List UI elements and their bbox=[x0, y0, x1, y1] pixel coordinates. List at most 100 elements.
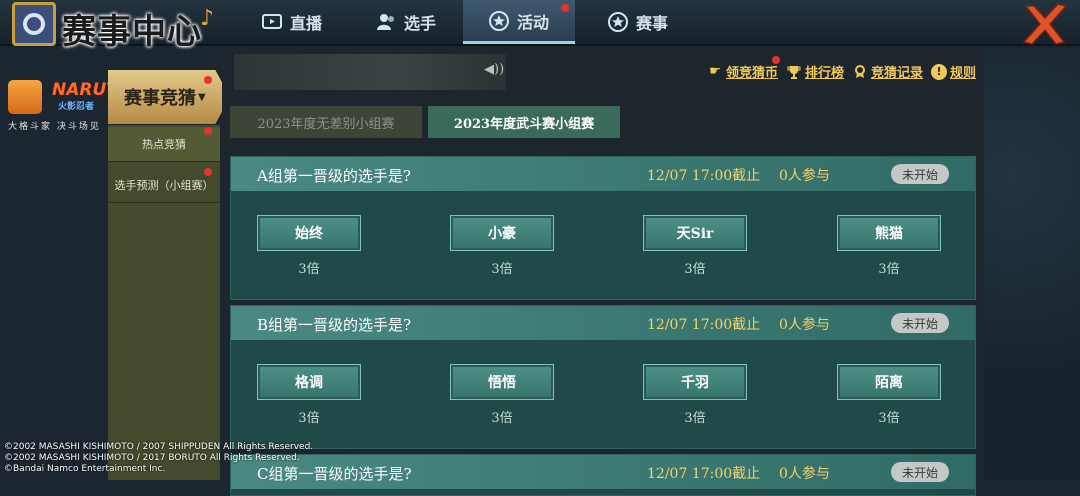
close-button[interactable] bbox=[1020, 2, 1070, 46]
announcement-banner bbox=[234, 54, 506, 90]
option: 熊猫 3倍 bbox=[837, 215, 941, 277]
status-badge: 未开始 bbox=[891, 313, 949, 333]
deadline-text: 12/07 17:00截止 bbox=[647, 317, 761, 333]
option-odds: 3倍 bbox=[298, 411, 320, 426]
question-card: B组第一晋级的选手是? 12/07 17:00截止 0人参与 未开始 格调 3倍… bbox=[230, 305, 976, 449]
game-avatar-icon bbox=[8, 80, 42, 114]
sidebar-title-banner[interactable]: 赛事竞猜 ▼ bbox=[108, 70, 230, 124]
question-card: A组第一晋级的选手是? 12/07 17:00截止 0人参与 未开始 始终 3倍… bbox=[230, 156, 976, 300]
link-label: 竞猜记录 bbox=[870, 66, 923, 81]
option: 千羽 3倍 bbox=[643, 364, 747, 426]
konoha-emblem-icon bbox=[12, 2, 56, 46]
toolbar-links: ☛ 领竞猜币 排行榜 竞猜记录 ! 规则 bbox=[707, 56, 976, 81]
sidebar-item-label: 热点竞猜 bbox=[142, 138, 186, 151]
page-title: 赛事中心 bbox=[62, 12, 202, 52]
option-odds: 3倍 bbox=[298, 262, 320, 277]
tab-events[interactable]: 活动 bbox=[463, 0, 575, 44]
participant-count: 0人参与 bbox=[779, 466, 830, 482]
deadline-text: 12/07 17:00截止 bbox=[647, 168, 761, 184]
music-note-icon: ♪ bbox=[200, 6, 215, 31]
tab-label: 选手 bbox=[403, 14, 436, 33]
tab-label: 直播 bbox=[289, 14, 322, 33]
season-tabs: 2023年度无差别小组赛 2023年度武斗赛小组赛 bbox=[230, 106, 620, 138]
medal-icon bbox=[852, 64, 868, 80]
sidebar: 热点竞猜 选手预测（小组赛） bbox=[108, 125, 220, 480]
option-button[interactable]: 千羽 bbox=[643, 364, 747, 400]
background-pattern bbox=[984, 48, 1080, 480]
tab-players[interactable]: 选手 bbox=[350, 0, 462, 44]
sidebar-title: 赛事竞猜 bbox=[124, 88, 196, 109]
notification-dot bbox=[204, 76, 212, 84]
question-header: A组第一晋级的选手是? 12/07 17:00截止 0人参与 未开始 bbox=[231, 157, 975, 191]
question-text: A组第一晋级的选手是? bbox=[257, 167, 411, 185]
brand-slogan: 大格斗家 决斗场见 bbox=[8, 122, 101, 132]
question-text: B组第一晋级的选手是? bbox=[257, 316, 412, 334]
option-odds: 3倍 bbox=[684, 411, 706, 426]
sidebar-item-predictions[interactable]: 选手预测（小组赛） bbox=[108, 168, 220, 203]
tv-icon bbox=[261, 12, 282, 32]
sidebar-item-hot[interactable]: 热点竞猜 bbox=[108, 127, 220, 162]
notification-dot bbox=[204, 127, 212, 135]
brand-subtitle: 火影忍者 bbox=[58, 102, 95, 112]
option-odds: 3倍 bbox=[491, 262, 513, 277]
top-nav-bar: 赛事中心 ♪ 直播 选手 活动 赛事 bbox=[0, 0, 1080, 52]
notification-dot bbox=[204, 168, 212, 176]
question-header: B组第一晋级的选手是? 12/07 17:00截止 0人参与 未开始 bbox=[231, 306, 975, 340]
star-icon bbox=[607, 12, 628, 32]
app-logo: 赛事中心 ♪ bbox=[0, 0, 225, 52]
hand-icon: ☛ bbox=[709, 64, 721, 79]
deadline-text: 12/07 17:00截止 bbox=[647, 466, 761, 482]
star-icon bbox=[488, 10, 509, 31]
options-row: 始终 3倍 小豪 3倍 天Sir 3倍 熊猫 3倍 bbox=[231, 215, 975, 285]
option: 悟悟 3倍 bbox=[450, 364, 554, 426]
option-odds: 3倍 bbox=[491, 411, 513, 426]
notification-dot bbox=[771, 56, 780, 64]
status-badge: 未开始 bbox=[891, 164, 949, 184]
tab-open-group-stage[interactable]: 2023年度无差别小组赛 bbox=[230, 106, 422, 138]
option-button[interactable]: 熊猫 bbox=[837, 215, 941, 251]
dropdown-caret-icon: ▼ bbox=[198, 91, 206, 103]
option: 格调 3倍 bbox=[257, 364, 361, 426]
tab-live[interactable]: 直播 bbox=[236, 0, 348, 44]
tab-label: 活动 bbox=[516, 12, 549, 32]
option-odds: 3倍 bbox=[878, 262, 900, 277]
copyright-line: ©Bandai Namco Entertainment Inc. bbox=[4, 464, 166, 474]
option: 天Sir 3倍 bbox=[643, 215, 747, 277]
notification-dot bbox=[561, 4, 569, 12]
guess-records-link[interactable]: 竞猜记录 bbox=[852, 62, 923, 81]
option-button[interactable]: 小豪 bbox=[450, 215, 554, 251]
option-button[interactable]: 格调 bbox=[257, 364, 361, 400]
link-label: 领竞猜币 bbox=[725, 66, 778, 81]
link-label: 规则 bbox=[949, 66, 976, 81]
tab-martial-group-stage[interactable]: 2023年度武斗赛小组赛 bbox=[428, 106, 620, 138]
tab-matches[interactable]: 赛事 bbox=[582, 0, 694, 44]
option-button[interactable]: 始终 bbox=[257, 215, 361, 251]
option-button[interactable]: 陌离 bbox=[837, 364, 941, 400]
trophy-icon bbox=[786, 64, 802, 80]
copyright-line: ©2002 MASASHI KISHIMOTO / 2017 BORUTO Al… bbox=[4, 453, 300, 463]
claim-coins-link[interactable]: ☛ 领竞猜币 bbox=[707, 56, 780, 81]
link-label: 排行榜 bbox=[804, 66, 844, 81]
speaker-icon: ◀)) bbox=[484, 62, 505, 77]
leaderboard-link[interactable]: 排行榜 bbox=[786, 62, 844, 81]
option-odds: 3倍 bbox=[878, 411, 900, 426]
option: 始终 3倍 bbox=[257, 215, 361, 277]
status-badge: 未开始 bbox=[891, 462, 949, 482]
copyright-notice: ©2002 MASASHI KISHIMOTO / 2007 SHIPPUDEN… bbox=[4, 442, 313, 475]
option: 陌离 3倍 bbox=[837, 364, 941, 426]
user-icon bbox=[376, 12, 396, 32]
participant-count: 0人参与 bbox=[779, 317, 830, 333]
question-card: C组第一晋级的选手是? 12/07 17:00截止 0人参与 未开始 bbox=[230, 454, 976, 496]
options-row: 格调 3倍 悟悟 3倍 千羽 3倍 陌离 3倍 bbox=[231, 364, 975, 434]
option-button[interactable]: 悟悟 bbox=[450, 364, 554, 400]
rules-link[interactable]: ! 规则 bbox=[930, 62, 976, 81]
participant-count: 0人参与 bbox=[779, 168, 830, 184]
info-icon: ! bbox=[930, 63, 947, 80]
tab-label: 赛事 bbox=[635, 14, 668, 33]
option: 小豪 3倍 bbox=[450, 215, 554, 277]
sidebar-item-label: 选手预测（小组赛） bbox=[114, 179, 214, 192]
close-icon bbox=[1022, 3, 1068, 45]
main-panel: ◀)) ☛ 领竞猜币 排行榜 竞猜记录 ! 规则 2023年度无差别小组赛 20… bbox=[222, 48, 982, 496]
copyright-line: ©2002 MASASHI KISHIMOTO / 2007 SHIPPUDEN… bbox=[4, 442, 314, 452]
option-button[interactable]: 天Sir bbox=[643, 215, 747, 251]
